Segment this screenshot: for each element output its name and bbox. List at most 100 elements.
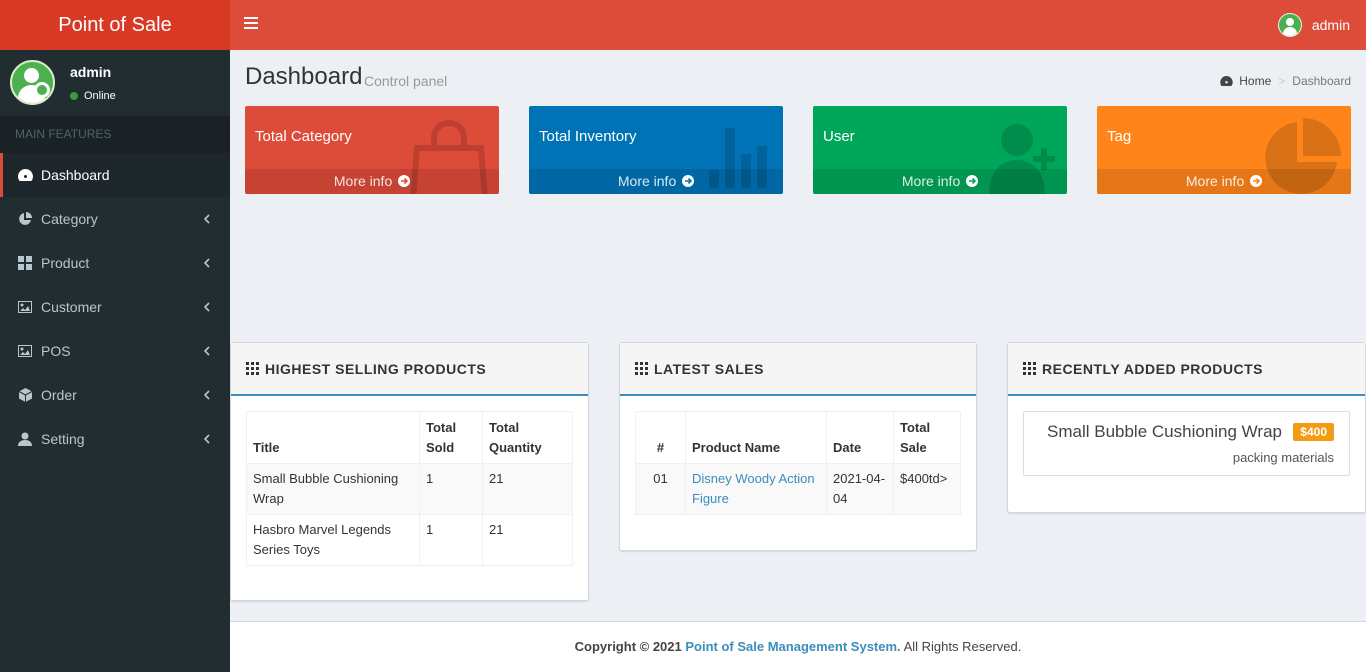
table-row: 01 Disney Woody Action Figure 2021-04-04…: [635, 463, 961, 515]
sidebar: admin Online MAIN FEATURES Dashboard Cat…: [0, 50, 230, 672]
sidebar-item-setting[interactable]: Setting: [0, 417, 230, 461]
more-info-link[interactable]: More info: [1097, 169, 1351, 194]
chevron-left-icon: [203, 256, 210, 270]
highest-selling-panel: HIGHEST SELLING PRODUCTS Title Total Sol…: [230, 342, 589, 601]
sidebar-item-order[interactable]: Order: [0, 373, 230, 417]
user-status-label: Online: [84, 90, 116, 102]
sidebar-item-label: Setting: [41, 431, 85, 447]
dashboard-icon: [1220, 76, 1233, 86]
panel-header: LATEST SALES: [620, 343, 976, 396]
sidebar-item-product[interactable]: Product: [0, 241, 230, 285]
page-subtitle: Control panel: [364, 73, 448, 89]
th-grid-icon: [1023, 362, 1036, 375]
chevron-left-icon: [203, 388, 210, 402]
user-menu[interactable]: admin: [1277, 13, 1350, 37]
panel-title: HIGHEST SELLING PRODUCTS: [265, 360, 487, 377]
cell-title: Small Bubble Cushioning Wrap: [246, 463, 420, 515]
latest-sales-table: # Product Name Date Total Sale 01 Disney…: [635, 411, 961, 515]
breadcrumb: Home > Dashboard: [1220, 74, 1351, 88]
avatar: [1277, 13, 1302, 37]
product-name-link[interactable]: Disney Woody Action Figure: [685, 463, 827, 515]
sidebar-item-label: Dashboard: [41, 167, 110, 183]
cell-total-sale: $400td>: [893, 463, 961, 515]
column-header-total-sold: Total Sold: [419, 411, 483, 464]
sidebar-item-customer[interactable]: Customer: [0, 285, 230, 329]
dashboard-icon: [17, 168, 33, 182]
table-row: Hasbro Marvel Legends Series Toys 1 21: [246, 514, 573, 566]
stat-box-total-inventory: Total Inventory More info: [529, 106, 783, 194]
sidebar-item-label: Order: [41, 387, 77, 403]
panel-header: HIGHEST SELLING PRODUCTS: [231, 343, 588, 396]
cell-number: 01: [635, 463, 686, 515]
list-item[interactable]: Small Bubble Cushioning Wrap $400 packin…: [1023, 411, 1350, 476]
price-badge: $400: [1293, 423, 1334, 441]
sidebar-item-category[interactable]: Category: [0, 197, 230, 241]
stat-box-user: User More info: [813, 106, 1067, 194]
chevron-left-icon: [203, 212, 210, 226]
arrow-circle-right-icon: [682, 175, 695, 187]
sidebar-item-label: Customer: [41, 299, 102, 315]
user-panel: admin Online: [0, 50, 230, 116]
sidebar-item-pos[interactable]: POS: [0, 329, 230, 373]
column-header-product-name: Product Name: [685, 411, 827, 464]
more-info-link[interactable]: More info: [245, 169, 499, 194]
product-category: packing materials: [1232, 450, 1334, 465]
breadcrumb-separator: >: [1278, 74, 1286, 88]
more-info-label: More info: [617, 173, 677, 189]
chevron-left-icon: [203, 344, 210, 358]
pie-chart-icon: [17, 212, 33, 226]
top-navbar: Point of Sale admin: [0, 0, 1366, 50]
column-header-number: #: [635, 411, 686, 464]
sidebar-menu-header: MAIN FEATURES: [0, 116, 230, 153]
column-header-date: Date: [826, 411, 894, 464]
th-grid-icon: [246, 362, 259, 375]
more-info-link[interactable]: More info: [813, 169, 1067, 194]
table-row: Small Bubble Cushioning Wrap 1 21: [246, 463, 573, 515]
panel-title: RECENTLY ADDED PRODUCTS: [1042, 360, 1264, 377]
highest-selling-table: Title Total Sold Total Quantity Small Bu…: [246, 411, 573, 566]
panel-title: LATEST SALES: [654, 360, 764, 377]
more-info-label: More info: [901, 173, 961, 189]
footer-brand-link[interactable]: Point of Sale Management System.: [685, 639, 900, 654]
breadcrumb-home-link[interactable]: Home: [1239, 74, 1271, 88]
chevron-left-icon: [203, 432, 210, 446]
chevron-left-icon: [203, 300, 210, 314]
column-header-total-sale: Total Sale: [893, 411, 961, 464]
stat-box-tag: Tag More info: [1097, 106, 1351, 194]
cell-total-sold: 1: [419, 514, 483, 566]
more-info-link[interactable]: More info: [529, 169, 783, 194]
sidebar-item-label: Category: [41, 211, 98, 227]
sidebar-item-dashboard[interactable]: Dashboard: [0, 153, 230, 197]
column-header-total-quantity: Total Quantity: [482, 411, 573, 464]
footer-copyright: Copyright © 2021: [574, 639, 682, 654]
cell-total-quantity: 21: [482, 514, 573, 566]
cube-icon: [17, 388, 33, 402]
cell-title: Hasbro Marvel Legends Series Toys: [246, 514, 420, 566]
stat-box-title: Tag: [1107, 128, 1132, 145]
page-footer: Copyright © 2021 Point of Sale Managemen…: [230, 621, 1366, 672]
table-header-row: Title Total Sold Total Quantity: [246, 411, 573, 464]
th-grid-icon: [635, 362, 648, 375]
latest-sales-panel: LATEST SALES # Product Name Date Total S…: [619, 342, 977, 551]
user-status: Online: [70, 90, 116, 102]
arrow-circle-right-icon: [966, 175, 979, 187]
more-info-label: More info: [1185, 173, 1245, 189]
user-icon: [17, 432, 33, 446]
breadcrumb-current: Dashboard: [1292, 74, 1351, 88]
product-name[interactable]: Small Bubble Cushioning Wrap: [1047, 422, 1282, 442]
column-header-title: Title: [246, 411, 420, 464]
cell-total-sold: 1: [419, 463, 483, 515]
sidebar-item-label: Product: [41, 255, 90, 271]
cell-date: 2021-04-04: [826, 463, 894, 515]
sidebar-user-name: admin: [70, 64, 112, 80]
grid-icon: [17, 256, 33, 270]
app-logo[interactable]: Point of Sale: [0, 0, 230, 50]
panel-header: RECENTLY ADDED PRODUCTS: [1008, 343, 1365, 396]
image-icon: [17, 300, 33, 314]
online-status-icon: [70, 92, 78, 100]
sidebar-toggle-icon[interactable]: [244, 17, 258, 33]
stat-box-title: User: [823, 128, 855, 145]
sidebar-item-label: POS: [41, 343, 71, 359]
page-title: Dashboard: [245, 63, 363, 90]
more-info-label: More info: [333, 173, 393, 189]
